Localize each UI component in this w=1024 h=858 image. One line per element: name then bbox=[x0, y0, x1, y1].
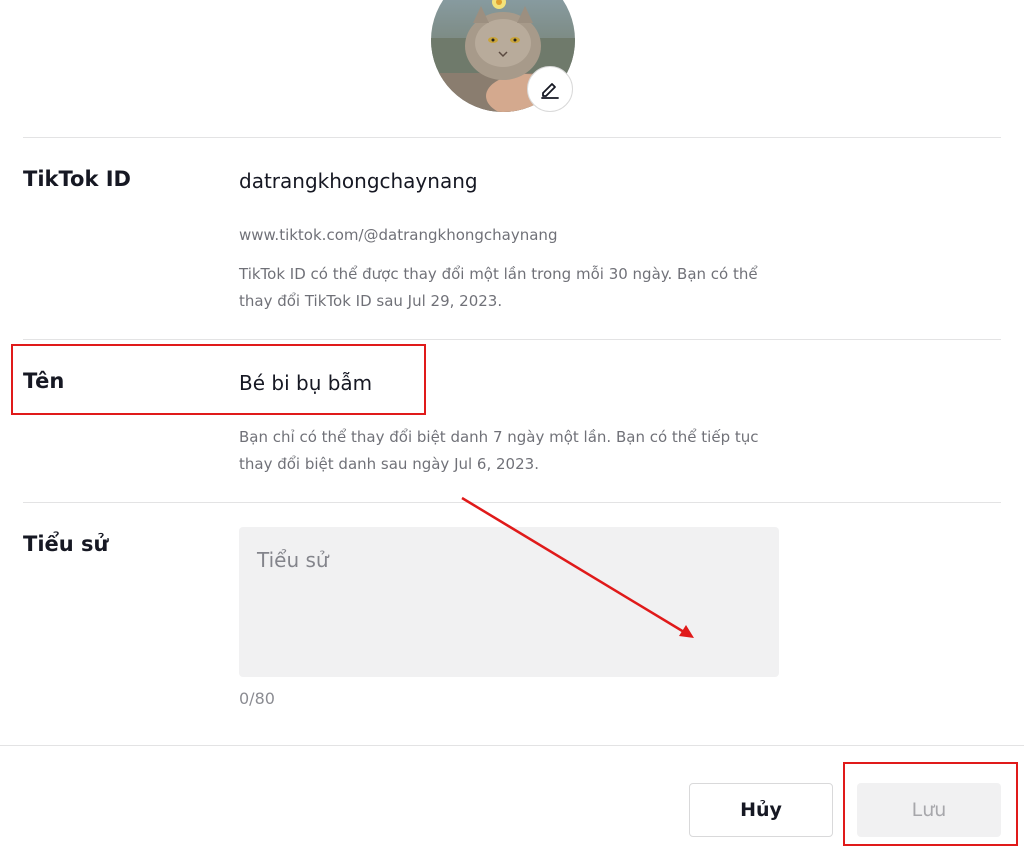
section-divider bbox=[23, 339, 1001, 340]
name-hint: Bạn chỉ có thể thay đổi biệt danh 7 ngày… bbox=[239, 428, 759, 473]
profile-url: www.tiktok.com/@datrangkhongchaynang bbox=[239, 226, 558, 244]
pencil-edit-icon bbox=[541, 83, 559, 99]
section-divider bbox=[23, 137, 1001, 138]
tiktok-id-hint: TikTok ID có thể được thay đổi một lần t… bbox=[239, 265, 758, 310]
save-button[interactable]: Lưu bbox=[857, 783, 1001, 837]
tiktok-id-label: TikTok ID bbox=[23, 167, 131, 191]
name-label: Tên bbox=[23, 369, 65, 393]
name-value[interactable]: Bé bi bụ bẫm bbox=[239, 371, 372, 395]
bio-label: Tiểu sử bbox=[23, 532, 109, 556]
footer-divider bbox=[0, 745, 1024, 746]
bio-input[interactable] bbox=[239, 527, 779, 677]
tiktok-id-value[interactable]: datrangkhongchaynang bbox=[239, 169, 478, 193]
cancel-button[interactable]: Hủy bbox=[689, 783, 833, 837]
edit-avatar-button[interactable] bbox=[527, 66, 573, 112]
section-divider bbox=[23, 502, 1001, 503]
bio-char-counter: 0/80 bbox=[239, 689, 275, 708]
